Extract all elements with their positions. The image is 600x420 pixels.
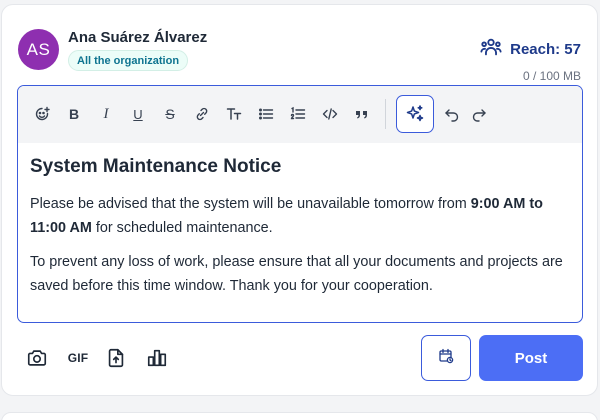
ai-sparkle-icon[interactable] — [396, 95, 434, 133]
underline-icon[interactable]: U — [124, 100, 152, 128]
gif-icon[interactable]: GIF — [65, 346, 91, 370]
bold-glyph: B — [68, 106, 80, 122]
italic-icon[interactable]: I — [92, 100, 120, 128]
schedule-button[interactable] — [421, 335, 471, 381]
paragraph-2: To prevent any loss of work, please ensu… — [30, 254, 563, 294]
audience-selector[interactable]: All the organization — [68, 50, 189, 71]
quote-icon[interactable] — [348, 100, 376, 128]
reach-label: Reach: 57 — [510, 40, 581, 58]
toolbar-divider — [385, 99, 386, 129]
next-card — [1, 412, 598, 420]
paragraph-1: Please be advised that the system will b… — [30, 192, 575, 240]
italic-glyph: I — [103, 105, 109, 122]
text-size-icon[interactable] — [220, 100, 248, 128]
post-button[interactable]: Post — [479, 335, 583, 381]
reach-indicator[interactable]: Reach: 57 — [480, 36, 581, 62]
post-button-label: Post — [514, 349, 548, 367]
audience-label: All the organization — [77, 54, 180, 67]
avatar: AS — [18, 29, 59, 70]
file-upload-icon[interactable] — [104, 346, 128, 370]
camera-icon[interactable] — [25, 346, 49, 370]
emoji-icon[interactable] — [28, 100, 56, 128]
underline-glyph: U — [133, 106, 143, 122]
rich-text-editor[interactable]: B I U S System Maintenance Notice Please… — [17, 85, 583, 323]
link-icon[interactable] — [188, 100, 216, 128]
numbered-list-icon[interactable] — [284, 100, 312, 128]
document-title: System Maintenance Notice — [30, 156, 282, 177]
gif-label: GIF — [67, 351, 89, 365]
avatar-initials: AS — [26, 39, 51, 59]
storage-usage: 0 / 100 MB — [522, 69, 581, 83]
code-icon[interactable] — [316, 100, 344, 128]
strikethrough-icon[interactable]: S — [156, 100, 184, 128]
author-name: Ana Suárez Álvarez — [68, 29, 208, 46]
editor-toolbar: B I U S — [18, 86, 582, 143]
editor-content[interactable]: System Maintenance Notice Please be advi… — [30, 156, 575, 308]
poll-icon[interactable] — [145, 346, 169, 370]
paragraph-1-end: for scheduled maintenance. — [91, 220, 273, 236]
group-icon — [480, 36, 502, 62]
bold-icon[interactable]: B — [60, 100, 88, 128]
redo-icon[interactable] — [465, 100, 493, 128]
bullet-list-icon[interactable] — [252, 100, 280, 128]
undo-icon[interactable] — [438, 100, 466, 128]
calendar-clock-icon — [438, 348, 454, 369]
paragraph-1-start: Please be advised that the system will b… — [30, 196, 471, 212]
strikethrough-glyph: S — [165, 106, 175, 122]
